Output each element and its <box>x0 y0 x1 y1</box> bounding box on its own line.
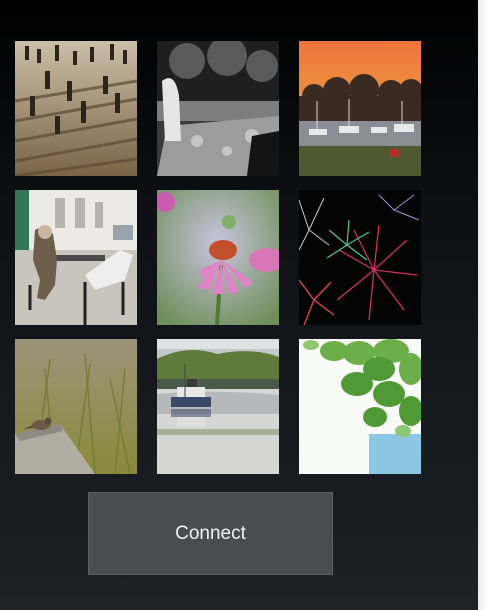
thumb-boat-lake[interactable] <box>157 339 279 474</box>
thumb-bw-person[interactable] <box>157 41 279 176</box>
fireworks-image <box>299 190 421 325</box>
thumb-crowd-steps[interactable] <box>15 41 137 176</box>
app-screen: Connect <box>0 0 478 610</box>
thumb-fireworks[interactable] <box>299 190 421 325</box>
boat-lake-image <box>157 339 279 474</box>
pink-flower-image <box>157 190 279 325</box>
bw-park-image <box>157 41 279 176</box>
green-leaves-image <box>299 339 421 474</box>
bird-grass-image <box>15 339 137 474</box>
window-edge <box>478 0 488 610</box>
crowd-steps-image <box>15 41 137 176</box>
thumb-pink-flower[interactable] <box>157 190 279 325</box>
thumb-man-reading[interactable] <box>15 190 137 325</box>
thumb-bird-grass[interactable] <box>15 339 137 474</box>
image-grid <box>15 41 421 474</box>
connect-button[interactable]: Connect <box>88 492 333 575</box>
man-reading-image <box>15 190 137 325</box>
thumb-green-leaves[interactable] <box>299 339 421 474</box>
thumb-harbor-sunset[interactable] <box>299 41 421 176</box>
harbor-sunset-image <box>299 41 421 176</box>
